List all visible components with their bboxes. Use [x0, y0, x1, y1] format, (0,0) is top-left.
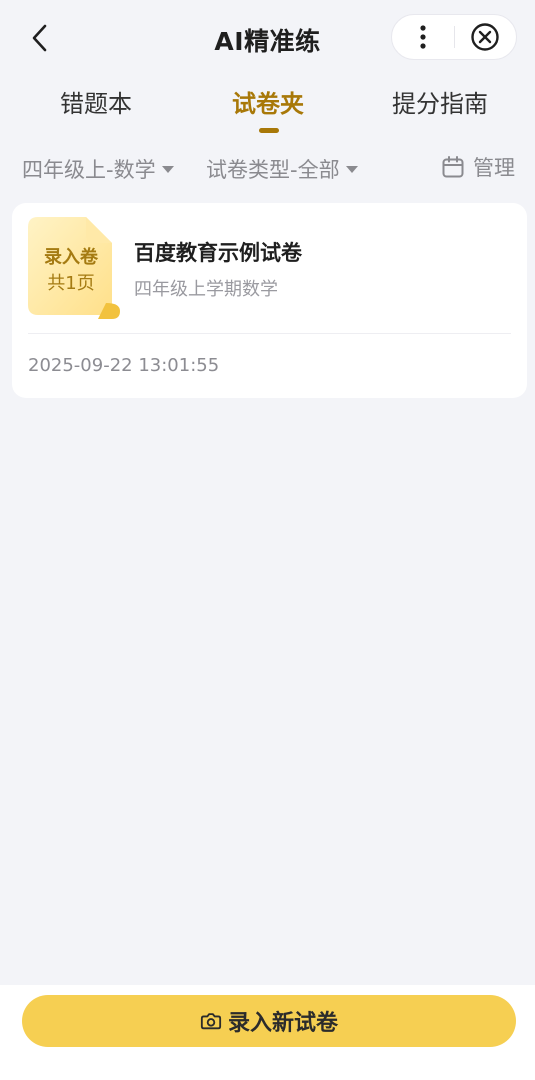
- more-button[interactable]: [392, 15, 454, 59]
- manage-label: 管理: [473, 156, 515, 180]
- paper-subtitle: 四年级上学期数学: [134, 279, 278, 300]
- close-circle-icon: [471, 23, 499, 51]
- record-new-paper-label: 录入新试卷: [227, 1011, 338, 1036]
- more-vertical-icon: [420, 25, 426, 49]
- tab-bar: 错题本 试卷夹 提分指南: [0, 84, 535, 136]
- tab-score-guide[interactable]: 提分指南: [392, 84, 488, 119]
- paper-type-filter[interactable]: 试卷类型-全部: [206, 154, 358, 184]
- paper-badge: 录入卷 共1页: [28, 245, 114, 297]
- paper-thumbnail: 录入卷 共1页: [28, 217, 120, 319]
- caret-down-icon: [345, 165, 358, 173]
- camera-icon: [200, 1010, 222, 1032]
- paper-type-label: 试卷类型-全部: [206, 158, 340, 182]
- calendar-icon: [442, 156, 464, 178]
- paper-timestamp: 2025-09-22 13:01:55: [28, 355, 220, 376]
- tab-wrong-questions[interactable]: 错题本: [60, 84, 132, 119]
- app-root: AI精准练 错题本 试卷夹 提分指南 四年级上-数学 试卷类型-全部 管理 录入…: [0, 0, 535, 1080]
- paper-card[interactable]: 录入卷 共1页 百度教育示例试卷 四年级上学期数学 2025-09-22 13:…: [12, 203, 527, 398]
- paper-badge-type: 录入卷: [44, 247, 98, 268]
- manage-button[interactable]: 管理: [441, 152, 515, 182]
- mini-program-capsule: [391, 14, 517, 60]
- grade-subject-label: 四年级上-数学: [22, 158, 156, 182]
- bottom-bar: 录入新试卷: [0, 985, 535, 1080]
- filter-bar: 四年级上-数学 试卷类型-全部 管理: [0, 150, 535, 186]
- caret-down-icon: [161, 165, 174, 173]
- paper-title: 百度教育示例试卷: [134, 241, 302, 265]
- active-tab-indicator: [259, 128, 279, 133]
- paper-badge-pages: 共1页: [47, 273, 95, 294]
- header: AI精准练: [0, 0, 535, 78]
- grade-subject-filter[interactable]: 四年级上-数学: [22, 154, 174, 184]
- tab-paper-folder[interactable]: 试卷夹: [232, 84, 304, 119]
- close-button[interactable]: [455, 15, 517, 59]
- record-new-paper-button[interactable]: 录入新试卷: [22, 995, 516, 1047]
- card-divider: [28, 333, 511, 334]
